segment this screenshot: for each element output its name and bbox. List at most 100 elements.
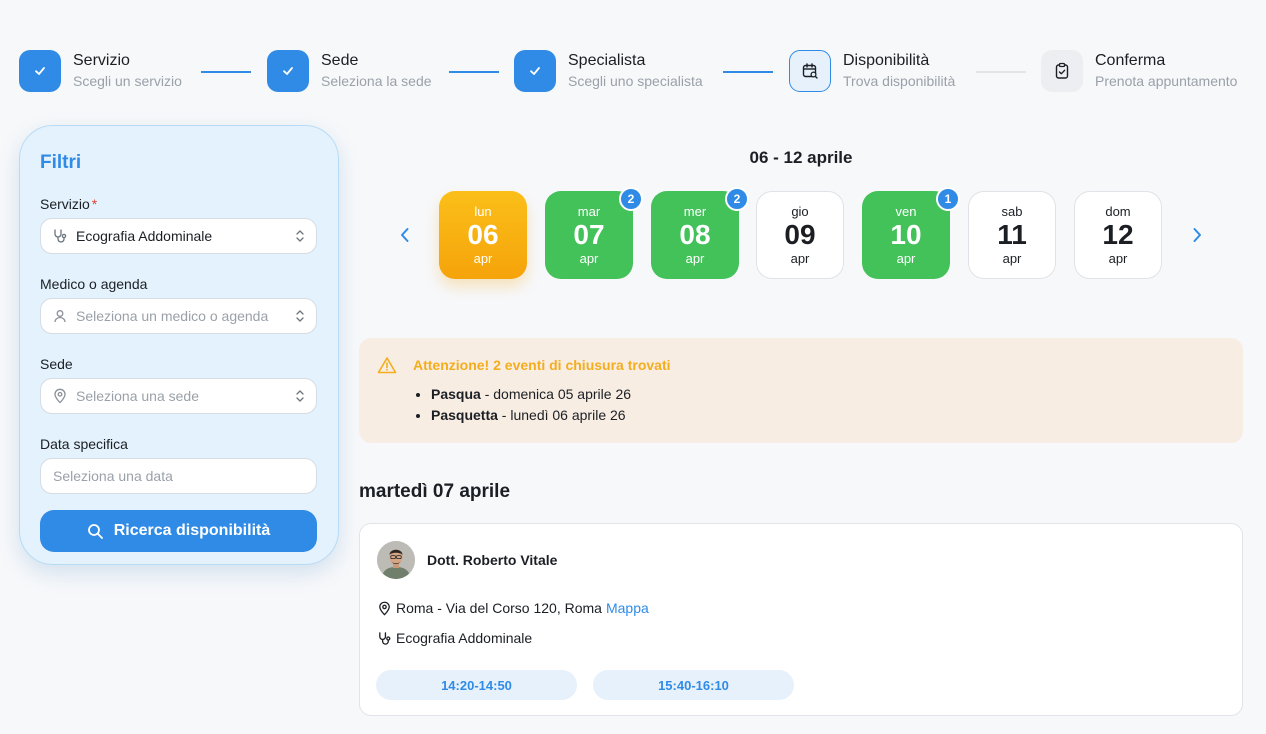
stethoscope-icon [379,631,391,645]
step-servizio[interactable]: Servizio Scegli un servizio [19,50,182,92]
search-availability-button[interactable]: Ricerca disponibilità [40,510,317,552]
day-weekday: dom [1105,204,1131,219]
map-pin-icon [379,601,390,615]
location-placeholder: Seleziona una sede [76,388,199,404]
search-icon [87,523,103,539]
day-weekday: ven [895,204,917,219]
service-value: Ecografia Addominale [76,228,213,244]
step-sede[interactable]: Sede Seleziona la sede [267,50,432,92]
day-card[interactable]: sab 11 apr [968,191,1056,279]
date-label: Data specifica [40,436,128,452]
date-placeholder: Seleziona una data [53,468,173,484]
doctor-name: Dott. Roberto Vitale [427,552,558,568]
day-number: 06 [467,219,499,250]
availability-count-badge: 2 [725,187,749,211]
day-card[interactable]: mer 08 apr 2 [651,187,749,279]
user-icon [54,310,66,323]
week-range-title: 06 - 12 aprile [749,148,853,167]
avatar [377,541,415,579]
time-slot-button[interactable]: 14:20-14:50 [376,670,577,700]
day-weekday: mar [577,204,601,219]
alert-title: Attenzione! 2 eventi di chiusura trovati [413,357,671,373]
day-card[interactable]: gio 09 apr [756,191,844,279]
check-icon [267,50,309,92]
check-icon [514,50,556,92]
step-connector [723,71,773,73]
day-number: 12 [1102,219,1134,250]
location-label: Sede [40,356,73,372]
step-subtitle: Seleziona la sede [321,73,432,89]
chevron-left-icon [401,228,409,242]
date-input[interactable]: Seleziona una data [40,458,317,494]
day-weekday: gio [791,204,809,219]
day-card[interactable]: lun 06 apr [439,191,527,279]
map-link[interactable]: Mappa [606,600,649,616]
day-month: apr [473,251,493,266]
day-month: apr [790,251,810,266]
step-title: Sede [321,52,359,69]
day-number: 07 [573,219,605,250]
day-month: apr [896,251,916,266]
day-weekday: lun [474,204,492,219]
service-select[interactable]: Ecografia Addominale [40,218,317,254]
availability-count-badge: 1 [936,187,960,211]
calendar-search-icon [789,50,831,92]
day-number: 11 [997,219,1027,250]
closure-item: Pasquetta - lunedì 06 aprile 26 [431,405,1243,426]
day-card[interactable]: dom 12 apr [1074,191,1162,279]
location-select[interactable]: Seleziona una sede [40,378,317,414]
time-slot-button[interactable]: 15:40-16:10 [593,670,794,700]
warning-icon [377,357,397,374]
location-address: Roma - Via del Corso 120, Roma [396,600,602,616]
day-number: 10 [890,219,922,250]
step-subtitle: Scegli un servizio [73,73,182,89]
results-day-heading: martedì 07 aprile [359,481,511,502]
closure-item: Pasqua - domenica 05 aprile 26 [431,384,1243,405]
doctor-label: Medico o agenda [40,276,148,292]
service-row: Ecografia Addominale [377,630,532,646]
clipboard-check-icon [1041,50,1083,92]
step-subtitle: Prenota appuntamento [1095,73,1238,89]
closure-list: Pasqua - domenica 05 aprile 26 Pasquetta… [431,384,1243,426]
chevron-right-icon [1193,228,1201,242]
location-row: Roma - Via del Corso 120, Roma Mappa [377,600,649,616]
day-weekday: mer [683,204,707,219]
check-icon [19,50,61,92]
chevron-up-down-icon [296,230,304,242]
day-card[interactable]: mar 07 apr 2 [545,187,643,279]
day-number: 08 [679,219,711,250]
step-connector [976,71,1026,73]
day-month: apr [1002,251,1022,266]
booking-stepper: Servizio Scegli un servizio Sede Selezio… [19,50,1249,94]
doctor-placeholder: Seleziona un medico o agenda [76,308,269,324]
filters-title: Filtri [40,152,82,173]
step-title: Servizio [73,52,130,69]
chevron-up-down-icon [296,310,304,322]
step-conferma[interactable]: Conferma Prenota appuntamento [1041,50,1237,92]
service-name: Ecografia Addominale [396,630,533,646]
doctor-select[interactable]: Seleziona un medico o agenda [40,298,317,334]
chevron-up-down-icon [296,390,304,402]
required-mark: * [91,196,98,212]
step-subtitle: Trova disponibilità [843,73,956,89]
step-title: Specialista [568,52,646,69]
day-month: apr [685,251,705,266]
step-disponibilita[interactable]: Disponibilità Trova disponibilità [789,50,955,92]
day-card[interactable]: ven 10 apr 1 [862,187,960,279]
doctor-availability-card: Dott. Roberto Vitale Roma - Via del Cors… [359,523,1243,716]
step-connector [201,71,251,73]
filters-panel: Filtri Servizio * Ecografia Addominale Me… [19,125,339,565]
prev-week-button[interactable] [393,222,417,248]
step-title: Disponibilità [843,52,930,69]
next-week-button[interactable] [1185,222,1209,248]
step-connector [449,71,499,73]
service-label: Servizio * [40,196,98,212]
map-pin-icon [54,388,66,404]
day-number: 09 [784,219,816,250]
closure-alert: Attenzione! 2 eventi di chiusura trovati… [359,338,1243,443]
step-specialista[interactable]: Specialista Scegli uno specialista [514,50,703,92]
day-month: apr [579,251,599,266]
step-title: Conferma [1095,52,1166,69]
step-subtitle: Scegli uno specialista [568,73,703,89]
availability-count-badge: 2 [619,187,643,211]
